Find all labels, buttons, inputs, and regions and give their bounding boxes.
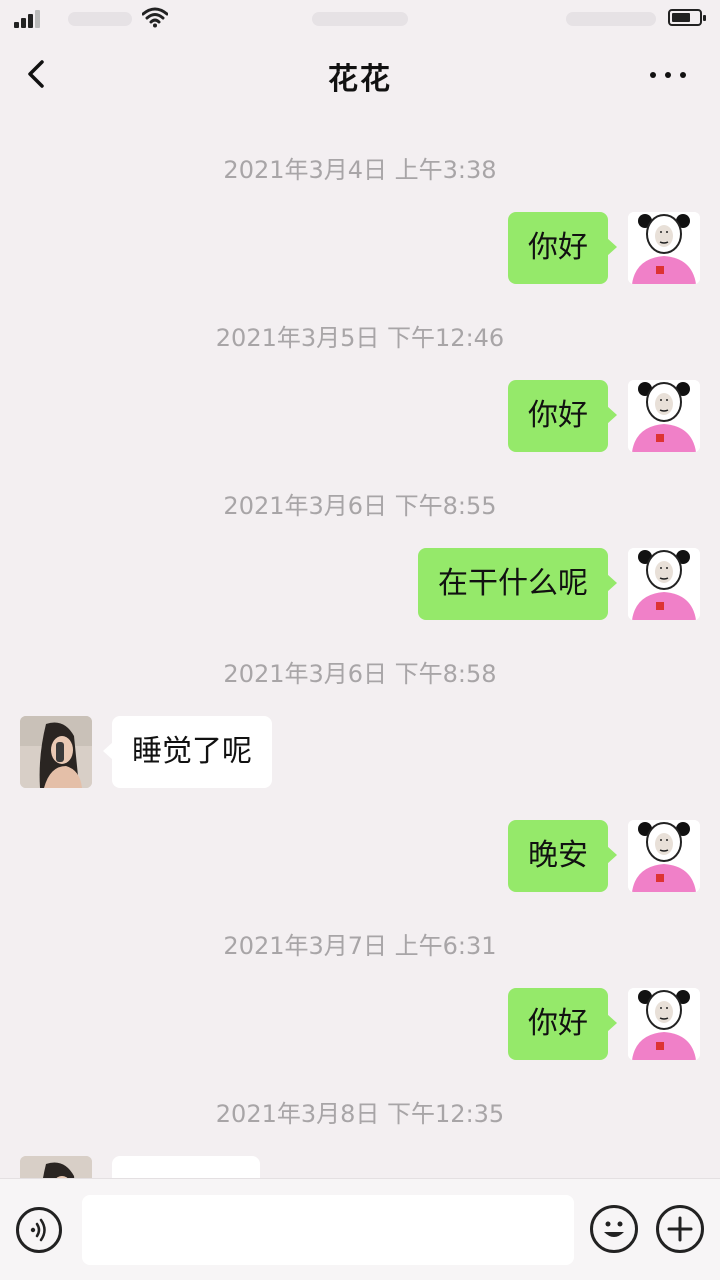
emoji-icon[interactable] <box>590 1205 638 1253</box>
carrier-name <box>68 12 132 26</box>
message-row: 晚安 <box>0 820 720 894</box>
wifi-icon <box>142 7 168 28</box>
message-row: 你好 <box>0 380 720 454</box>
clock <box>312 12 408 26</box>
sent-message-bubble[interactable]: 你好 <box>508 988 617 1060</box>
panda-avatar-icon <box>628 380 700 452</box>
sent-message-bubble[interactable]: 在干什么呢 <box>418 548 617 620</box>
message-row: 你好 <box>0 212 720 286</box>
timestamp: 2021年3月6日 下午8:55 <box>223 492 497 520</box>
voice-wave-icon <box>30 1218 46 1242</box>
panda-avatar-icon <box>628 820 700 892</box>
chat-header: 花花 <box>0 36 720 112</box>
smiley-face-icon <box>604 1221 624 1237</box>
battery-level <box>672 13 690 22</box>
contact-photo-icon <box>20 716 92 788</box>
voice-icon[interactable] <box>16 1207 62 1253</box>
sent-message-bubble[interactable]: 你好 <box>508 212 617 284</box>
contact-avatar[interactable] <box>20 716 92 788</box>
timestamp: 2021年3月5日 下午12:46 <box>215 324 505 352</box>
more-dots-icon[interactable] <box>644 56 692 92</box>
panda-avatar-icon <box>628 988 700 1060</box>
timestamp: 2021年3月8日 下午12:35 <box>215 1100 505 1128</box>
sent-message-bubble[interactable]: 晚安 <box>508 820 617 892</box>
sent-message-bubble[interactable]: 你好 <box>508 380 617 452</box>
battery-icon <box>668 9 706 26</box>
status-bar <box>0 0 720 36</box>
timestamp: 2021年3月7日 上午6:31 <box>223 932 497 960</box>
my-avatar[interactable] <box>628 820 700 892</box>
message-row: 睡觉了呢 <box>0 716 720 790</box>
my-avatar[interactable] <box>628 548 700 620</box>
timestamp: 2021年3月6日 下午8:58 <box>223 660 497 688</box>
panda-avatar-icon <box>628 212 700 284</box>
my-avatar[interactable] <box>628 380 700 452</box>
plus-sign-icon <box>667 1216 693 1242</box>
chat-input-bar <box>0 1178 720 1280</box>
my-avatar[interactable] <box>628 988 700 1060</box>
chat-screen: 花花 2021年3月4日 上午3:38 你好 2021年3月5日 下午12:46… <box>0 0 720 1280</box>
status-indicators <box>566 12 656 26</box>
my-avatar[interactable] <box>628 212 700 284</box>
message-row: 你好 <box>0 988 720 1062</box>
message-row: 在干什么呢 <box>0 548 720 622</box>
timestamp: 2021年3月4日 上午3:38 <box>223 156 497 184</box>
plus-icon[interactable] <box>656 1205 704 1253</box>
received-message-bubble[interactable]: 睡觉了呢 <box>103 716 272 788</box>
chat-title: 花花 <box>328 62 392 97</box>
message-input[interactable] <box>82 1195 574 1265</box>
signal-icon <box>14 10 40 28</box>
panda-avatar-icon <box>628 548 700 620</box>
